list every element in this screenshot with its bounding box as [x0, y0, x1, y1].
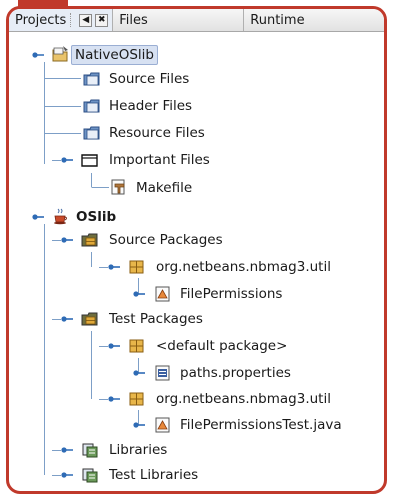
- expand-handle-icon[interactable]: [133, 420, 145, 430]
- project-tree: NativeOSlib Source Files Header Files Re…: [9, 32, 384, 491]
- source-packages-icon: [81, 233, 98, 247]
- expand-handle-icon[interactable]: [32, 50, 44, 60]
- project-icon: [52, 46, 68, 62]
- tab-runtime[interactable]: Runtime: [244, 9, 310, 31]
- node-header-files[interactable]: Header Files: [106, 96, 195, 116]
- projects-window: Projects ◀ ✖ Files Runtime NativeOSlib S…: [6, 6, 387, 494]
- node-file-permissions-test[interactable]: FilePermissionsTest.java: [177, 415, 345, 435]
- node-resource-files[interactable]: Resource Files: [106, 123, 208, 143]
- package-icon: [129, 260, 144, 274]
- project-oslib[interactable]: OSlib: [73, 207, 119, 227]
- expand-handle-icon[interactable]: [108, 394, 120, 404]
- node-paths-properties[interactable]: paths.properties: [177, 363, 294, 383]
- node-test-util-package[interactable]: org.netbeans.nbmag3.util: [153, 389, 334, 409]
- expand-handle-icon[interactable]: [61, 155, 73, 165]
- node-test-libraries[interactable]: Test Libraries: [106, 465, 201, 485]
- node-source-packages[interactable]: Source Packages: [106, 230, 226, 250]
- node-source-files[interactable]: Source Files: [106, 69, 192, 89]
- node-file-permissions[interactable]: FilePermissions: [177, 284, 285, 304]
- folder-icon: [83, 72, 100, 86]
- java-class-icon: [155, 286, 170, 302]
- test-packages-icon: [81, 312, 98, 326]
- package-icon: [129, 339, 144, 353]
- node-libraries[interactable]: Libraries: [106, 440, 170, 460]
- libraries-icon: [82, 468, 98, 483]
- expand-handle-icon[interactable]: [61, 470, 73, 480]
- tab-grip-icon: [70, 13, 76, 27]
- folder-icon: [83, 99, 100, 113]
- expand-handle-icon[interactable]: [108, 341, 120, 351]
- tab-projects[interactable]: Projects ◀ ✖: [9, 9, 114, 31]
- node-makefile[interactable]: Makefile: [133, 178, 195, 198]
- tab-files[interactable]: Files: [113, 9, 245, 31]
- tab-runtime-label: Runtime: [250, 12, 305, 28]
- tab-files-label: Files: [119, 12, 148, 28]
- java-coffee-cup-icon: [54, 208, 67, 225]
- project-native-oslib[interactable]: NativeOSlib: [71, 45, 158, 65]
- libraries-icon: [82, 443, 98, 458]
- maximize-window-icon[interactable]: ◀: [79, 13, 93, 27]
- expand-handle-icon[interactable]: [108, 262, 120, 272]
- node-important-files[interactable]: Important Files: [106, 150, 213, 170]
- package-icon: [129, 392, 144, 406]
- expand-handle-icon[interactable]: [61, 235, 73, 245]
- node-test-packages[interactable]: Test Packages: [106, 309, 206, 329]
- folder-icon: [81, 154, 98, 167]
- java-class-icon: [155, 417, 170, 433]
- close-window-icon[interactable]: ✖: [95, 13, 109, 27]
- node-default-package[interactable]: <default package>: [153, 336, 290, 356]
- expand-handle-icon[interactable]: [133, 289, 145, 299]
- window-tab-bar: Projects ◀ ✖ Files Runtime: [9, 9, 384, 32]
- properties-file-icon: [155, 365, 170, 381]
- tab-projects-label: Projects: [15, 12, 67, 28]
- expand-handle-icon[interactable]: [133, 368, 145, 378]
- expand-handle-icon[interactable]: [61, 445, 73, 455]
- makefile-icon: [111, 179, 125, 195]
- expand-handle-icon[interactable]: [32, 212, 44, 222]
- folder-icon: [83, 126, 100, 140]
- node-util-package[interactable]: org.netbeans.nbmag3.util: [153, 257, 334, 277]
- expand-handle-icon[interactable]: [61, 314, 73, 324]
